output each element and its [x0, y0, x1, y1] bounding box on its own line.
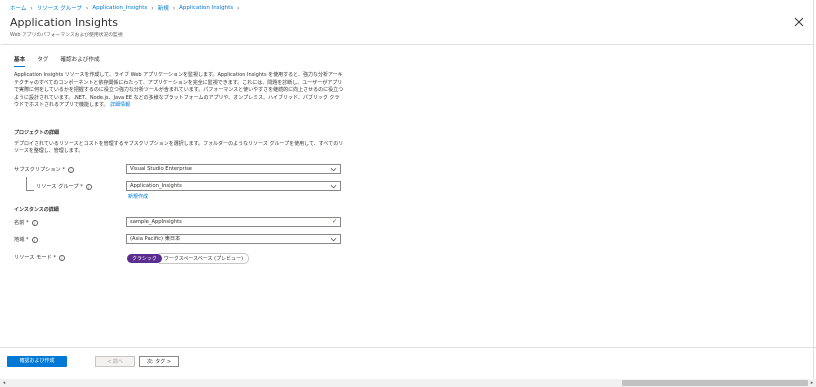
region-value: (Asia Pacific) 東日本 [130, 236, 181, 242]
chevron-right-icon: › [172, 4, 176, 12]
chevron-right-icon: › [151, 4, 154, 12]
resource-group-dropdown[interactable]: Application_Insights [126, 181, 341, 191]
breadcrumb-new[interactable]: 新規 [158, 4, 169, 12]
page-subtitle: Web アプリのパフォーマンスおよび使用状況の監視 [10, 33, 123, 38]
resource-group-label: リソース グループ * i [36, 183, 92, 190]
name-label-text: 名前 * [14, 220, 29, 226]
chevron-right-icon: › [85, 4, 89, 12]
resource-mode-toggle: クラシック ワークスペースベース (プレビュー) [127, 253, 250, 264]
panel-border [813, 0, 814, 379]
name-value: sample_AppInsights [130, 219, 182, 225]
resource-mode-label-text: リソース モード * [14, 255, 56, 261]
close-button[interactable] [794, 17, 804, 27]
page-title: Application Insights [10, 16, 118, 29]
breadcrumb-app-insights[interactable]: Application Insights [179, 5, 233, 11]
next-button[interactable]: 次: タグ > [139, 356, 179, 367]
project-details-desc: デプロイされているリソースとコストを管理するサブスクリプションを選択します。フォ… [14, 141, 344, 155]
chevron-down-icon [330, 184, 337, 189]
subscription-value: Visual Studio Enterprise [130, 166, 192, 172]
review-create-button[interactable]: 確認および作成 [7, 356, 67, 367]
chevron-right-icon: › [30, 4, 33, 12]
chevron-down-icon [330, 167, 337, 172]
chevron-right-icon: › [237, 4, 240, 12]
scroll-left-icon[interactable]: ◂ [0, 379, 8, 387]
project-details-heading: プロジェクトの詳細 [14, 130, 60, 136]
tree-connector [26, 190, 34, 191]
header-divider [1, 44, 813, 45]
breadcrumb-resource-groups[interactable]: リソース グループ [37, 4, 82, 12]
info-icon[interactable]: i [31, 219, 38, 226]
subscription-label-text: サブスクリプション * [14, 167, 65, 173]
learn-more-link[interactable]: 詳細情報 [110, 102, 130, 108]
checkmark-icon: ✓ [331, 218, 337, 225]
previous-button[interactable]: < 前へ [95, 356, 135, 367]
name-label: 名前 * i [14, 219, 38, 226]
subscription-dropdown[interactable]: Visual Studio Enterprise [126, 164, 341, 174]
resource-group-label-text: リソース グループ * [36, 184, 83, 190]
tab-basics[interactable]: 基本 [14, 55, 26, 67]
scrollbar-thumb[interactable] [622, 380, 808, 386]
scroll-right-icon[interactable]: ▸ [808, 379, 816, 387]
info-icon[interactable]: i [85, 183, 92, 190]
tree-connector [26, 177, 27, 191]
info-icon[interactable]: i [58, 254, 65, 261]
resource-group-value: Application_Insights [130, 183, 182, 189]
close-icon [794, 17, 804, 27]
footer-divider [0, 347, 816, 348]
tab-review-create[interactable]: 確認および作成 [60, 55, 99, 67]
region-label-text: 地域 * [14, 237, 29, 243]
breadcrumb-home[interactable]: ホーム [10, 4, 26, 12]
instance-details-heading: インスタンスの詳細 [14, 207, 59, 213]
breadcrumb: ホーム › リソース グループ › Application_Insights ›… [10, 4, 240, 13]
tab-bar: 基本 タグ 確認および作成 [14, 55, 100, 67]
intro-description: Application Insights リソースを作成して、ライブ Web ア… [14, 72, 344, 110]
info-icon[interactable]: i [31, 236, 38, 243]
mode-workspace-option[interactable]: ワークスペースベース (プレビュー) [158, 253, 250, 264]
resource-mode-label: リソース モード * i [14, 254, 65, 261]
create-new-link[interactable]: 新規作成 [128, 193, 148, 200]
region-dropdown[interactable]: (Asia Pacific) 東日本 [126, 234, 341, 244]
intro-text: Application Insights リソースを作成して、ライブ Web ア… [14, 72, 344, 109]
name-input[interactable]: sample_AppInsights ✓ [126, 217, 341, 227]
info-icon[interactable]: i [67, 166, 74, 173]
breadcrumb-resource-group[interactable]: Application_Insights [92, 5, 147, 11]
chevron-down-icon [330, 237, 337, 242]
mode-classic-option[interactable]: クラシック [127, 254, 162, 263]
region-label: 地域 * i [14, 236, 38, 243]
tab-tags[interactable]: タグ [37, 55, 48, 67]
subscription-label: サブスクリプション * i [14, 166, 74, 173]
